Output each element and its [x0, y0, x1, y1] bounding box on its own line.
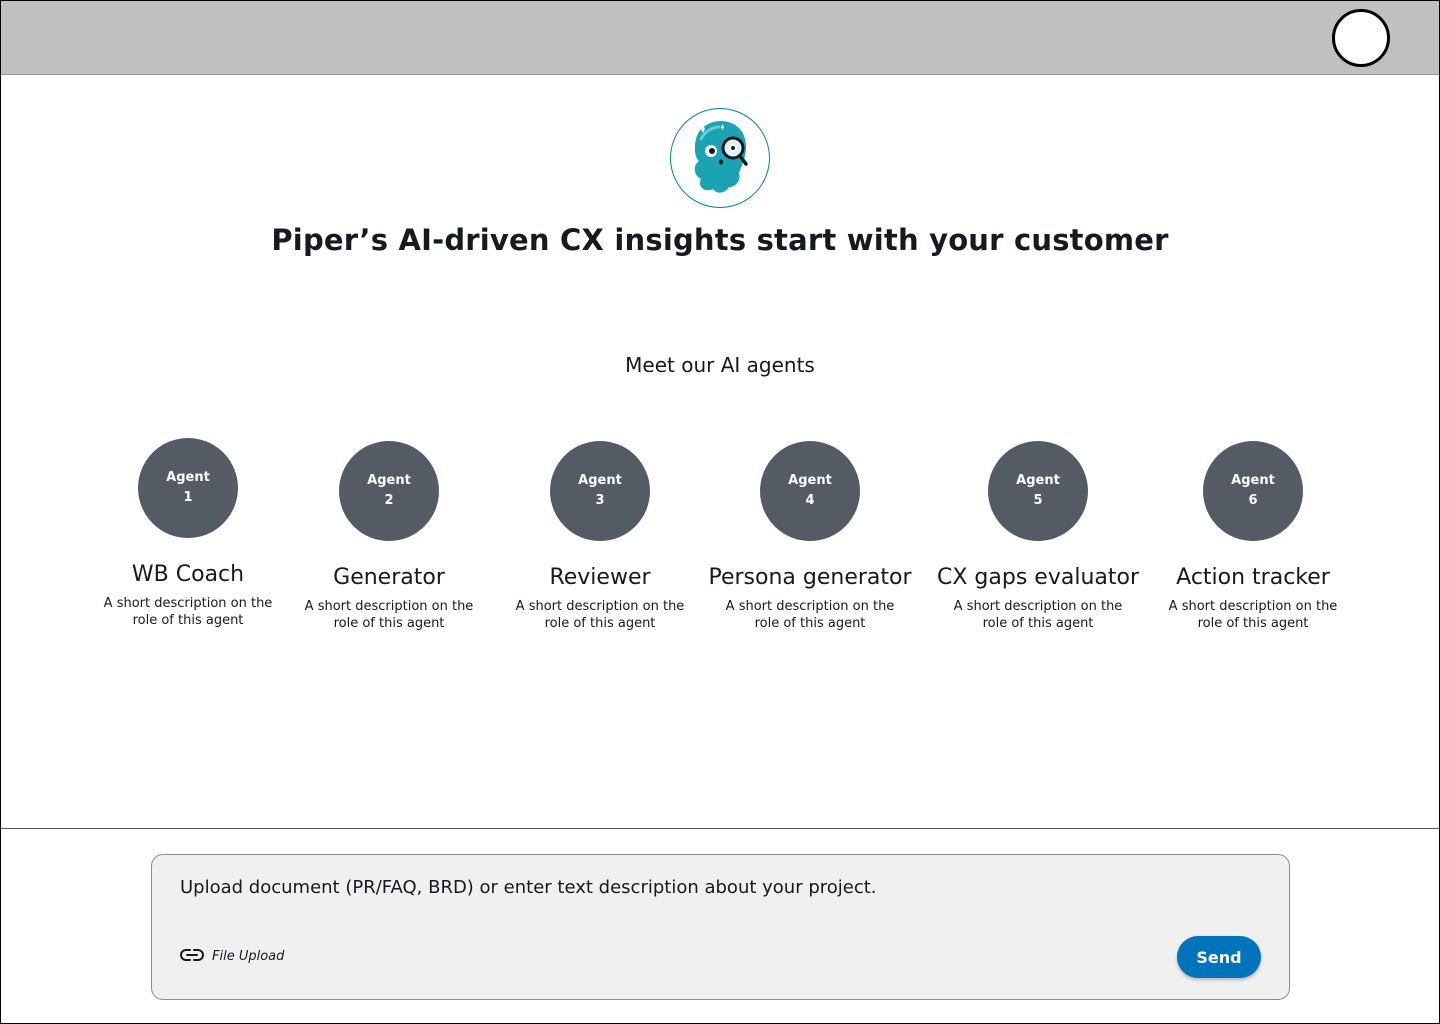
agent-card-6[interactable]: Agent 6 Action tracker A short descripti…: [1133, 441, 1373, 632]
composer-divider: [1, 828, 1439, 829]
agent-card-4[interactable]: Agent 4 Persona generator A short descri…: [690, 441, 930, 632]
agent-badge-label: Agent: [578, 473, 622, 488]
top-bar: [1, 1, 1439, 75]
file-upload-button[interactable]: File Upload: [180, 947, 284, 966]
agent-badge-number: 4: [805, 493, 815, 508]
agent-badge-label: Agent: [367, 473, 411, 488]
app-frame: Piper’s AI-driven CX insights start with…: [0, 0, 1440, 1024]
agent-badge-label: Agent: [1016, 473, 1060, 488]
agent-card-5[interactable]: Agent 5 CX gaps evaluator A short descri…: [918, 441, 1158, 632]
page-title: Piper’s AI-driven CX insights start with…: [271, 223, 1169, 257]
file-upload-label: File Upload: [212, 949, 285, 964]
agent-name: Persona generator: [708, 565, 912, 590]
agent-badge-label: Agent: [788, 473, 832, 488]
agent-description: A short description on the role of this …: [1168, 599, 1338, 631]
agent-badge-number: 5: [1033, 493, 1043, 508]
agent-badge-number: 1: [183, 490, 193, 505]
agent-badge[interactable]: Agent 6: [1203, 441, 1303, 541]
prompt-input[interactable]: Upload document (PR/FAQ, BRD) or enter t…: [180, 877, 877, 898]
agent-badge[interactable]: Agent 3: [550, 441, 650, 541]
agent-description: A short description on the role of this …: [725, 599, 895, 631]
agent-badge[interactable]: Agent 4: [760, 441, 860, 541]
link-icon: [180, 947, 204, 966]
agent-badge-label: Agent: [1231, 473, 1275, 488]
send-button[interactable]: Send: [1177, 936, 1261, 978]
agent-card-3[interactable]: Agent 3 Reviewer A short description on …: [480, 441, 720, 632]
agent-name: Generator: [333, 565, 445, 590]
agent-badge-label: Agent: [166, 470, 210, 485]
agents-subheading: Meet our AI agents: [625, 353, 815, 377]
agent-description: A short description on the role of this …: [304, 599, 474, 631]
agent-description: A short description on the role of this …: [953, 599, 1123, 631]
agent-badge[interactable]: Agent 5: [988, 441, 1088, 541]
agent-badge[interactable]: Agent 2: [339, 441, 439, 541]
agent-description: A short description on the role of this …: [103, 596, 273, 628]
agent-badge[interactable]: Agent 1: [138, 438, 238, 538]
piper-mascot-icon: [694, 121, 748, 193]
piper-logo: [670, 108, 770, 208]
agent-name: Reviewer: [549, 565, 651, 590]
agent-badge-number: 3: [595, 493, 605, 508]
agent-name: CX gaps evaluator: [937, 565, 1139, 590]
agent-card-2[interactable]: Agent 2 Generator A short description on…: [269, 441, 509, 632]
agent-badge-number: 2: [384, 493, 394, 508]
prompt-composer[interactable]: Upload document (PR/FAQ, BRD) or enter t…: [151, 854, 1290, 1000]
profile-button[interactable]: [1332, 9, 1390, 67]
agent-description: A short description on the role of this …: [515, 599, 685, 631]
agent-name: Action tracker: [1176, 565, 1330, 590]
agent-badge-number: 6: [1248, 493, 1258, 508]
